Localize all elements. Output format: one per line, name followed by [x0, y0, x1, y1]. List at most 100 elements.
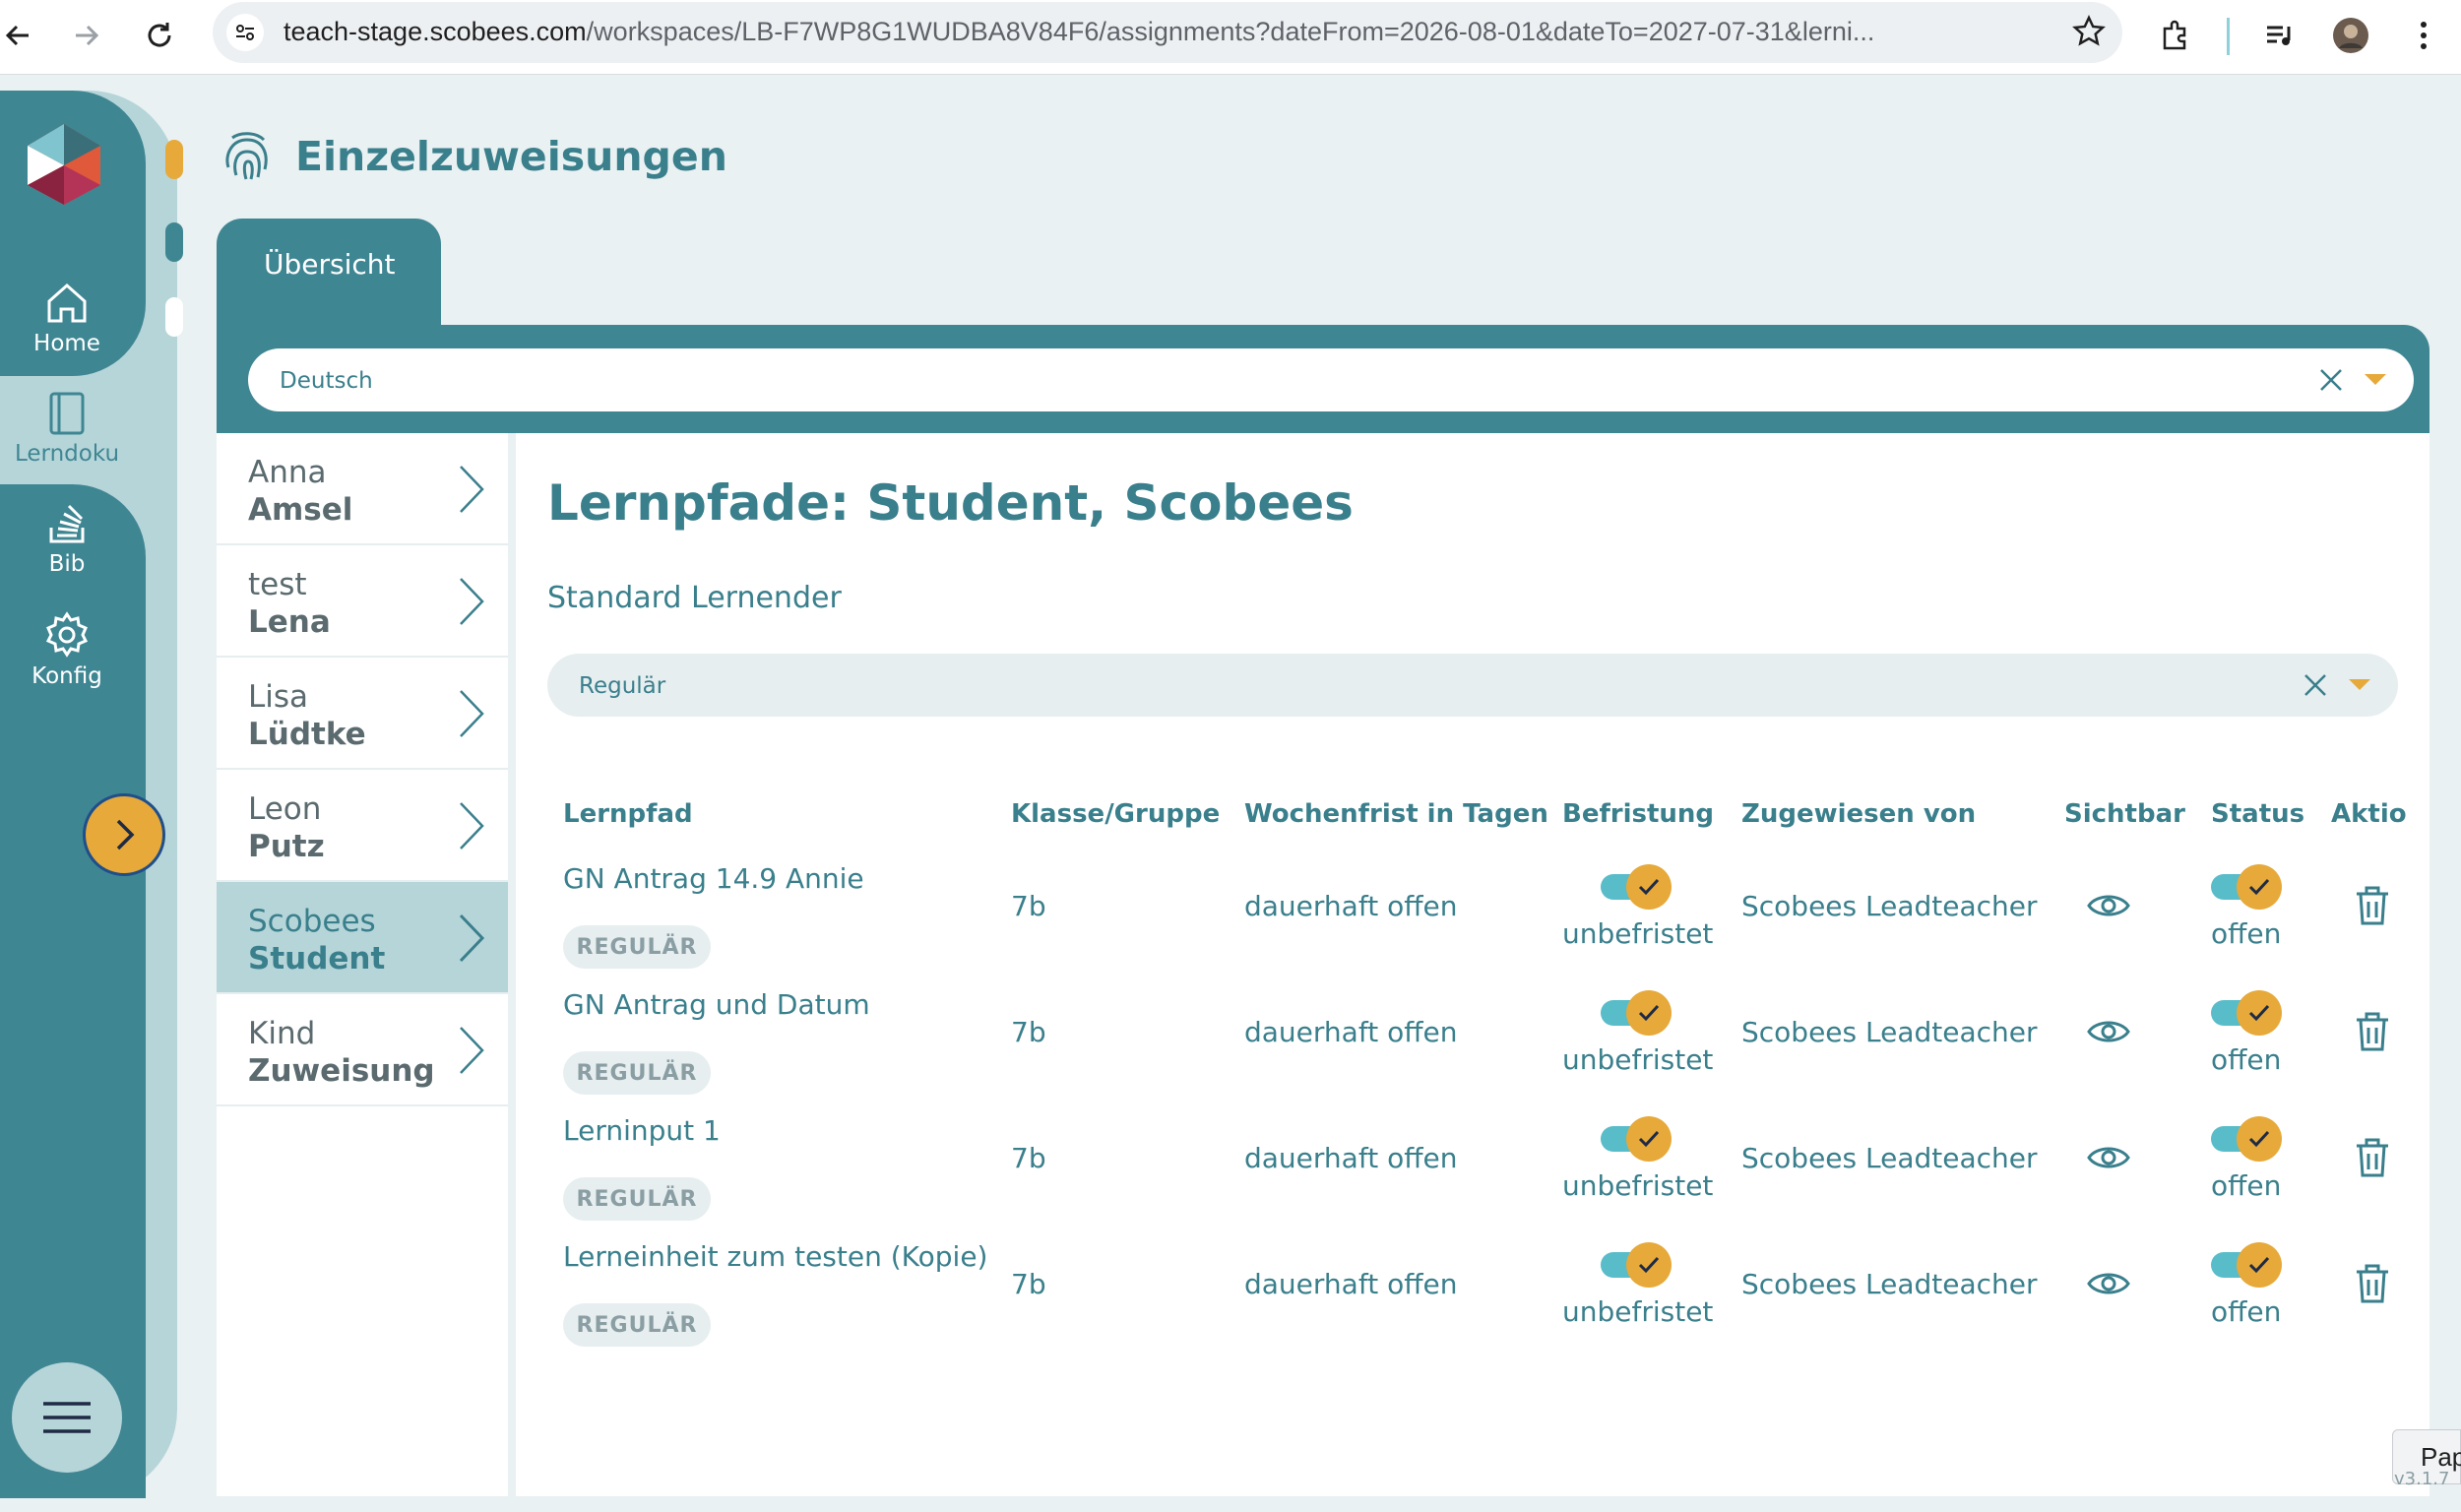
column-header[interactable]: Wochenfrist in Tagen [1244, 799, 1548, 829]
home-icon [47, 283, 87, 323]
student-item[interactable]: test Lena [217, 545, 508, 658]
student-item[interactable]: Anna Amsel [217, 433, 508, 545]
eye-icon[interactable] [2085, 1134, 2132, 1181]
address-bar[interactable]: teach-stage.scobees.com/workspaces/LB-F7… [213, 2, 2122, 63]
assignment-type-select[interactable]: Regulär [547, 654, 2398, 717]
status-toggle[interactable] [2211, 1116, 2282, 1162]
trash-icon[interactable] [2349, 1008, 2396, 1055]
check-icon [2248, 1130, 2270, 1148]
rail-item-konfig[interactable]: Konfig [0, 610, 134, 689]
caret-down-icon[interactable] [2365, 374, 2386, 385]
trash-icon[interactable] [2349, 1260, 2396, 1307]
column-header[interactable]: Aktio [2331, 799, 2429, 829]
chevron-right-icon [460, 690, 484, 737]
assigned-by-cell: Scobees Leadteacher [1741, 890, 2038, 922]
rail-item-bib[interactable]: Bib [0, 500, 134, 577]
student-item[interactable]: Leon Putz [217, 770, 508, 882]
lernpfad-link[interactable]: Lerninput 1 [563, 1114, 721, 1147]
befristung-toggle[interactable] [1601, 990, 1672, 1036]
bookmark-star-icon[interactable] [2071, 14, 2107, 53]
chevron-right-icon [460, 578, 484, 625]
check-icon [1638, 878, 1660, 896]
rail-item-lerndoku[interactable]: Lerndoku [0, 390, 134, 467]
type-badge: REGULÄR [563, 925, 711, 969]
eye-icon[interactable] [2085, 882, 2132, 929]
chevron-right-icon [460, 466, 484, 513]
type-badge: REGULÄR [563, 1303, 711, 1347]
student-item-selected[interactable]: Scobees Student [217, 882, 508, 994]
column-header[interactable]: Lernpfad [563, 799, 693, 829]
extensions-icon[interactable] [2152, 12, 2199, 59]
subject-filter-select[interactable]: Deutsch [248, 348, 2414, 411]
rail-item-home[interactable]: Home [0, 280, 134, 356]
expand-sidebar-button[interactable] [83, 793, 165, 876]
column-header[interactable]: Sichtbar [2064, 799, 2185, 829]
subject-filter-value: Deutsch [280, 368, 373, 394]
status-label: offen [2211, 1043, 2282, 1076]
table-row: GN Antrag 14.9 Annie REGULÄR 7b dauerhaf… [516, 862, 2429, 988]
library-icon [49, 504, 85, 543]
befristung-label: unbefristet [1562, 1295, 1714, 1328]
assigned-by-cell: Scobees Leadteacher [1741, 1268, 2038, 1300]
eye-icon[interactable] [2085, 1008, 2132, 1055]
panel-title: Lernpfade: Student, Scobees [547, 474, 1354, 532]
trash-icon[interactable] [2349, 1134, 2396, 1181]
tab-uebersicht[interactable]: Übersicht [217, 219, 441, 327]
back-icon[interactable] [0, 10, 43, 61]
befristung-toggle[interactable] [1601, 1116, 1672, 1162]
check-icon [1638, 1130, 1660, 1148]
status-toggle[interactable] [2211, 864, 2282, 910]
chevron-right-icon [460, 802, 484, 850]
table-row: GN Antrag und Datum REGULÄR 7b dauerhaft… [516, 988, 2429, 1114]
status-label: offen [2211, 1169, 2282, 1202]
table-row: Lerninput 1 REGULÄR 7b dauerhaft offen u… [516, 1114, 2429, 1240]
reload-icon[interactable] [134, 10, 185, 61]
befristung-label: unbefristet [1562, 1169, 1714, 1202]
hamburger-icon [43, 1402, 91, 1433]
gear-icon [45, 611, 89, 658]
status-label: offen [2211, 917, 2282, 950]
class-cell: 7b [1011, 890, 1046, 922]
lernpfad-link[interactable]: GN Antrag und Datum [563, 988, 870, 1021]
trash-icon[interactable] [2349, 882, 2396, 929]
rail-item-label: Lerndoku [14, 441, 120, 467]
rail-indicator [165, 297, 183, 337]
befristung-toggle[interactable] [1601, 864, 1672, 910]
eye-icon[interactable] [2085, 1260, 2132, 1307]
forward-icon[interactable] [61, 10, 112, 61]
befristung-label: unbefristet [1562, 917, 1714, 950]
caret-down-icon[interactable] [2349, 679, 2370, 690]
class-cell: 7b [1011, 1268, 1046, 1300]
more-menu-icon[interactable] [2400, 12, 2447, 59]
deadline-cell: dauerhaft offen [1244, 1016, 1458, 1048]
column-header[interactable]: Zugewiesen von [1741, 799, 1976, 829]
table-row: Lerneinheit zum testen (Kopie) REGULÄR 7… [516, 1240, 2429, 1366]
browser-toolbar: teach-stage.scobees.com/workspaces/LB-F7… [0, 0, 2461, 75]
check-icon [2248, 1004, 2270, 1022]
hamburger-menu-button[interactable] [12, 1362, 122, 1473]
column-header[interactable]: Befristung [1562, 799, 1714, 829]
status-label: offen [2211, 1295, 2282, 1328]
site-settings-icon[interactable] [226, 14, 264, 51]
lernpfad-link[interactable]: GN Antrag 14.9 Annie [563, 862, 864, 895]
class-cell: 7b [1011, 1142, 1046, 1174]
column-header[interactable]: Status [2211, 799, 2304, 829]
column-header[interactable]: Klasse/Gruppe [1011, 799, 1220, 829]
toolbar-divider [2227, 18, 2230, 55]
lernpfad-link[interactable]: Lerneinheit zum testen (Kopie) [563, 1240, 987, 1273]
status-toggle[interactable] [2211, 1242, 2282, 1288]
assigned-by-cell: Scobees Leadteacher [1741, 1016, 2038, 1048]
deadline-cell: dauerhaft offen [1244, 1142, 1458, 1174]
student-list: Anna Amsel test Lena Lisa Lüdtke Leon Pu… [217, 433, 512, 1496]
version-label: v3.1.7 [2394, 1469, 2450, 1489]
befristung-toggle[interactable] [1601, 1242, 1672, 1288]
clear-icon[interactable] [2317, 366, 2345, 394]
status-toggle[interactable] [2211, 990, 2282, 1036]
clear-icon[interactable] [2302, 671, 2329, 699]
tab-label: Übersicht [264, 248, 396, 281]
student-item[interactable]: Kind Zuweisung [217, 994, 508, 1106]
profile-avatar-icon[interactable] [2327, 12, 2374, 59]
media-control-icon[interactable] [2256, 12, 2303, 59]
student-item[interactable]: Lisa Lüdtke [217, 658, 508, 770]
type-badge: REGULÄR [563, 1177, 711, 1221]
